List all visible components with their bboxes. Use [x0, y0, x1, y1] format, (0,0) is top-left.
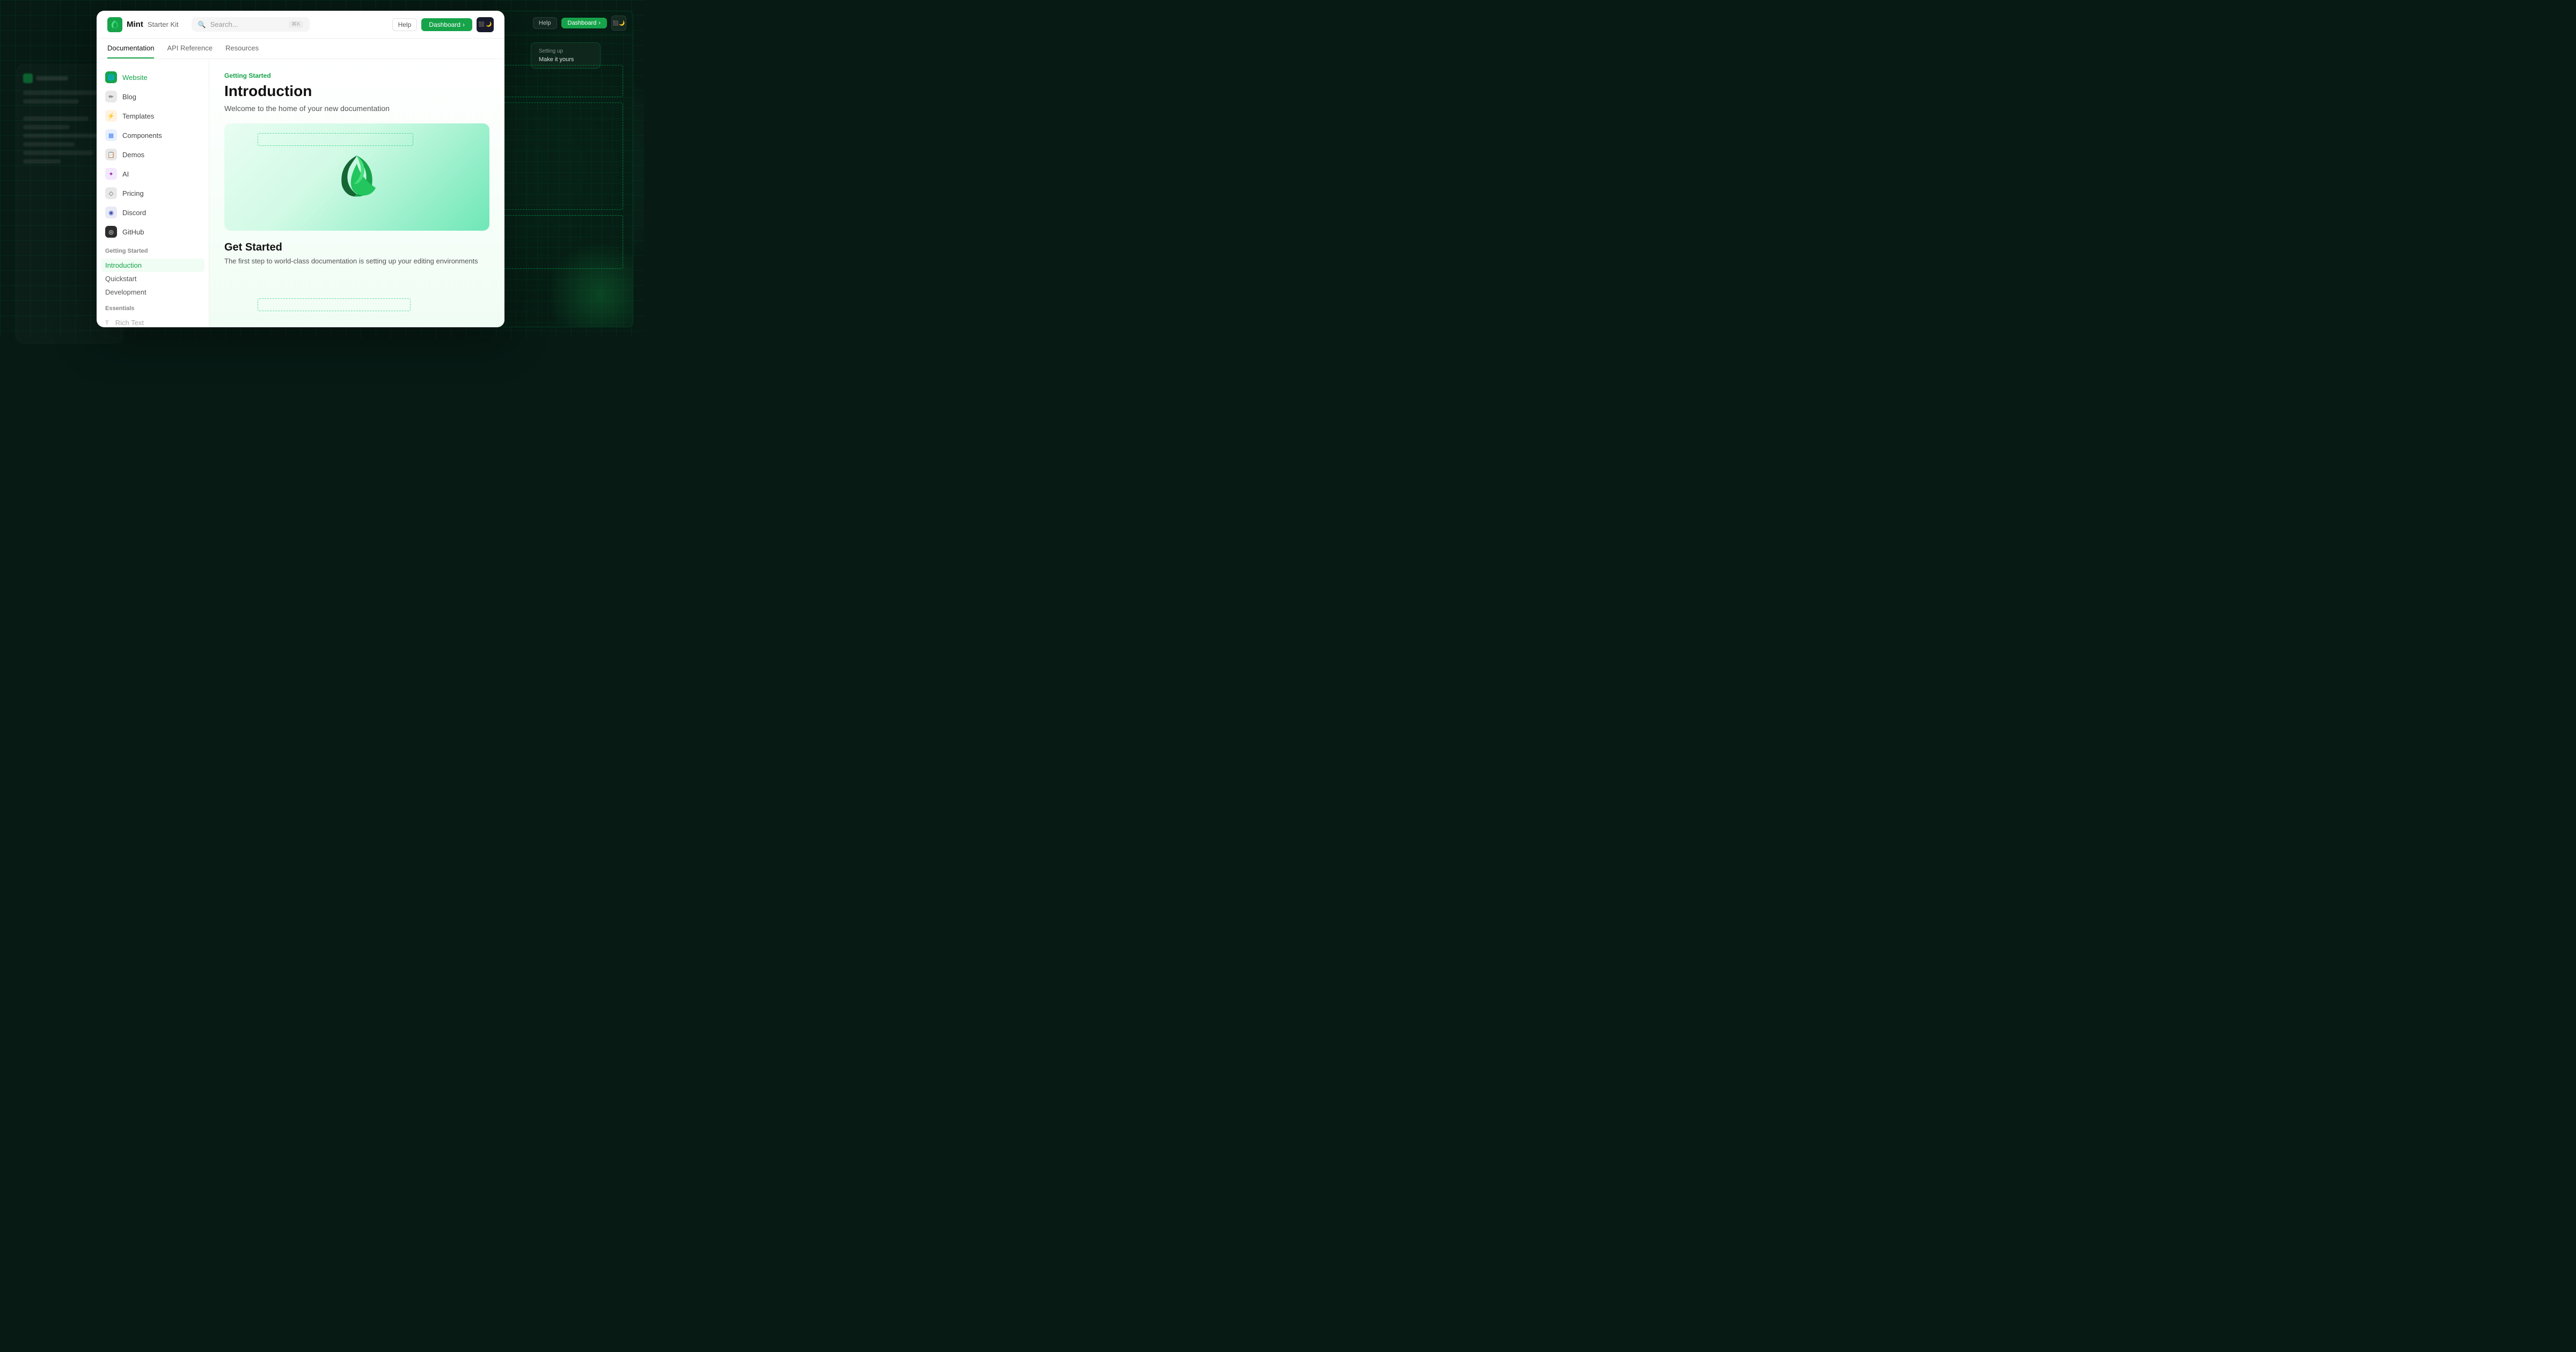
right-panel-theme-btn[interactable]: ⬛🌙 [611, 16, 626, 31]
discord-icon: ◉ [105, 207, 117, 218]
section-essentials-title: Essentials [105, 305, 200, 312]
help-button[interactable]: Help [392, 18, 418, 31]
sidebar-link-rich-text[interactable]: T Rich Text [97, 316, 209, 327]
components-icon: ▦ [105, 129, 117, 141]
get-started-desc: The first step to world-class documentat… [224, 257, 489, 265]
hero-image [224, 123, 489, 231]
dashboard-label: Dashboard [429, 21, 460, 28]
search-placeholder: Search... [210, 20, 284, 28]
sidebar-item-blog[interactable]: ✏ Blog [97, 87, 209, 106]
page-title: Introduction [224, 83, 489, 100]
search-icon: 🔍 [198, 21, 206, 28]
sidebar-item-github-label: GitHub [122, 228, 144, 236]
make-it-yours-label: Make it yours [539, 56, 592, 63]
hero-mint-logo [325, 145, 389, 209]
sidebar: 🌐 Website ✏ Blog ⚡ Templates ▦ Component… [97, 59, 209, 327]
templates-icon: ⚡ [105, 110, 117, 122]
ai-icon: ✦ [105, 168, 117, 180]
pricing-icon: ◇ [105, 187, 117, 199]
getting-started-label: Getting Started [224, 72, 489, 79]
section-getting-started-title: Getting Started [105, 248, 200, 254]
get-started-title: Get Started [224, 241, 489, 254]
sidebar-item-discord-label: Discord [122, 209, 146, 217]
sidebar-item-templates-label: Templates [122, 112, 154, 120]
sidebar-item-pricing[interactable]: ◇ Pricing [97, 183, 209, 203]
main-card: Mint Starter Kit 🔍 Search... ⌘K Help Das… [97, 11, 504, 327]
sidebar-item-demos[interactable]: 📋 Demos [97, 145, 209, 164]
search-keyboard-shortcut: ⌘K [289, 21, 303, 28]
logo-brand: Mint [127, 20, 143, 29]
sidebar-item-demos-label: Demos [122, 151, 144, 159]
section-essentials: Essentials [97, 299, 209, 316]
sidebar-item-templates[interactable]: ⚡ Templates [97, 106, 209, 126]
tab-documentation[interactable]: Documentation [107, 39, 154, 58]
main-content: Getting Started Introduction Welcome to … [209, 59, 504, 327]
theme-icon: ⬛ [479, 21, 485, 27]
logo-area: Mint Starter Kit [107, 17, 179, 32]
dashboard-button[interactable]: Dashboard › [421, 18, 472, 31]
search-bar[interactable]: 🔍 Search... ⌘K [192, 17, 310, 32]
header: Mint Starter Kit 🔍 Search... ⌘K Help Das… [97, 11, 504, 39]
header-right: Help Dashboard › ⬛ 🌙 [392, 17, 494, 32]
section-getting-started: Getting Started [97, 241, 209, 259]
get-started-section: Get Started The first step to world-clas… [224, 241, 489, 265]
sidebar-link-quickstart[interactable]: Quickstart [97, 272, 209, 285]
setting-up-label: Setting up [539, 48, 592, 54]
sidebar-item-blog-label: Blog [122, 93, 136, 101]
blog-icon: ✏ [105, 91, 117, 102]
tab-resources[interactable]: Resources [225, 39, 259, 58]
tab-api-reference[interactable]: API Reference [167, 39, 213, 58]
card-body: 🌐 Website ✏ Blog ⚡ Templates ▦ Component… [97, 59, 504, 327]
demos-icon: 📋 [105, 149, 117, 160]
github-icon: ◎ [105, 226, 117, 238]
sidebar-item-website-label: Website [122, 74, 148, 82]
nav-tabs: Documentation API Reference Resources [97, 39, 504, 59]
sidebar-item-components-label: Components [122, 131, 162, 139]
theme-toggle-button[interactable]: ⬛ 🌙 [477, 17, 494, 32]
moon-icon: 🌙 [486, 21, 492, 27]
setting-up-card: Setting up Make it yours [531, 42, 601, 69]
sidebar-item-components[interactable]: ▦ Components [97, 126, 209, 145]
sidebar-item-ai-label: AI [122, 170, 129, 178]
rich-text-label: Rich Text [115, 319, 144, 327]
logo-subtitle: Starter Kit [148, 20, 179, 28]
rich-text-icon: T [105, 320, 109, 326]
sidebar-item-pricing-label: Pricing [122, 189, 144, 197]
right-panel-help-btn[interactable]: Help [533, 17, 557, 29]
sidebar-item-github[interactable]: ◎ GitHub [97, 222, 209, 241]
website-icon: 🌐 [105, 71, 117, 83]
mint-logo-icon [107, 17, 122, 32]
dashboard-arrow: › [463, 21, 465, 28]
page-subtitle: Welcome to the home of your new document… [224, 104, 489, 113]
sidebar-item-ai[interactable]: ✦ AI [97, 164, 209, 183]
sidebar-item-website[interactable]: 🌐 Website [97, 68, 209, 87]
sidebar-item-discord[interactable]: ◉ Discord [97, 203, 209, 222]
sidebar-link-introduction[interactable]: Introduction [101, 259, 204, 272]
right-panel-dashboard-btn[interactable]: Dashboard › [561, 18, 608, 28]
sidebar-link-development[interactable]: Development [97, 285, 209, 299]
